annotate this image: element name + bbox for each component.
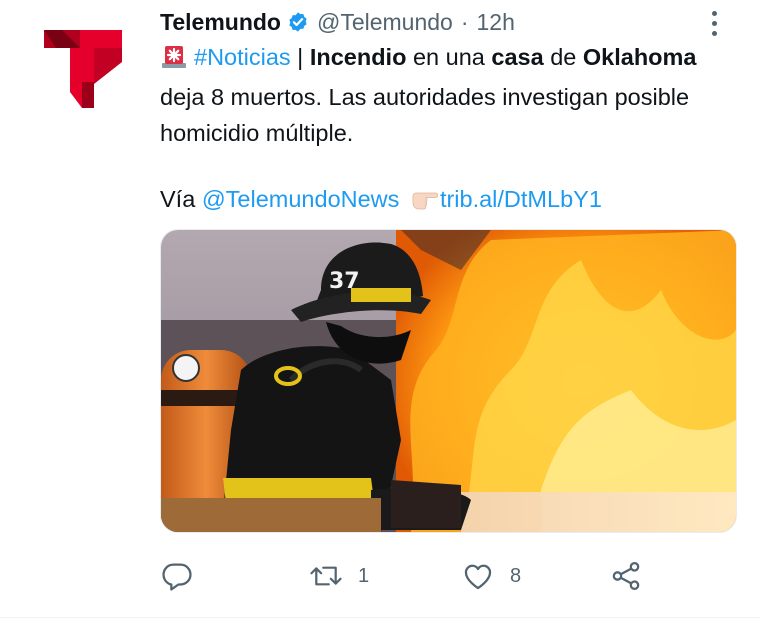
text-segment: de <box>543 44 583 70</box>
text-segment: en una <box>406 44 492 70</box>
via-line: Vía @TelemundoNews trib.al/DtMLbY1 <box>160 183 602 218</box>
text-bold-segment: Incendio <box>309 44 407 70</box>
rotating-light-icon <box>160 43 188 79</box>
retweet-count: 1 <box>358 564 370 587</box>
via-label: Vía <box>160 186 202 212</box>
like-button[interactable]: 8 <box>460 556 521 596</box>
share-button[interactable] <box>608 556 644 596</box>
like-icon <box>464 564 492 590</box>
tweet: Telemundo @Telemundo · 12h #Noticias | I… <box>0 0 760 618</box>
short-link[interactable]: trib.al/DtMLbY1 <box>440 186 602 212</box>
author-name[interactable]: Telemundo <box>160 9 281 36</box>
firefighter-photo: 37 <box>161 230 736 532</box>
reply-button[interactable] <box>160 556 208 596</box>
text-segment: | <box>290 44 310 70</box>
share-icon <box>612 561 640 591</box>
timestamp[interactable]: 12h <box>477 9 515 36</box>
verified-badge-icon <box>287 11 309 33</box>
avatar[interactable] <box>30 22 130 122</box>
tweet-media-image[interactable]: 37 <box>160 229 737 533</box>
telemundo-logo <box>44 30 122 108</box>
text-bold-segment: Oklahoma <box>582 44 697 70</box>
tweet-text: #Noticias | Incendio en una casa de Okla… <box>160 39 730 151</box>
hashtag-link[interactable]: #Noticias <box>194 44 291 70</box>
retweet-button[interactable]: 1 <box>308 556 369 596</box>
like-count: 8 <box>510 564 522 587</box>
pointing-right-icon <box>410 186 438 218</box>
separator-dot: · <box>460 8 469 35</box>
svg-text:37: 37 <box>329 269 360 294</box>
tweet-actions: 1 8 <box>160 556 660 596</box>
reply-icon <box>162 563 192 591</box>
mention-link[interactable]: @TelemundoNews <box>202 186 400 212</box>
tweet-header: Telemundo @Telemundo · 12h <box>160 6 515 38</box>
text-bold-segment: casa <box>491 44 544 70</box>
text-segment: deja 8 muertos. Las autoridades investig… <box>160 84 690 146</box>
author-handle[interactable]: @Telemundo <box>317 9 453 36</box>
retweet-icon <box>310 566 342 586</box>
more-options-icon[interactable] <box>704 6 724 40</box>
